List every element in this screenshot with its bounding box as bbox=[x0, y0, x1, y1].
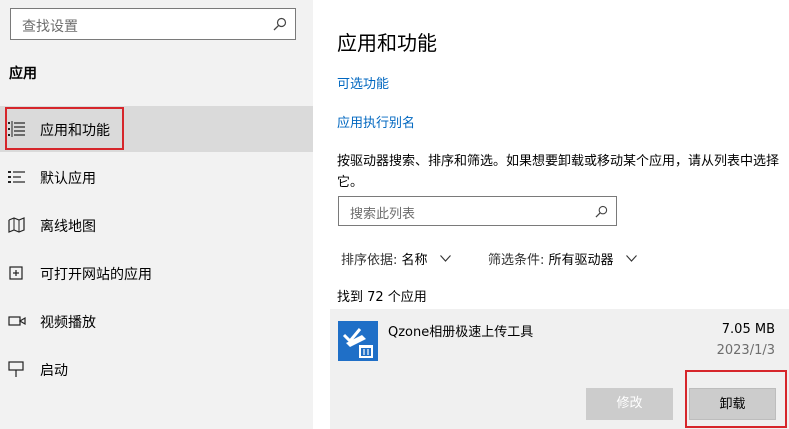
sidebar-item-label: 离线地图 bbox=[40, 219, 96, 235]
sidebar-item-video-playback[interactable]: 视频播放 bbox=[0, 298, 313, 344]
app-size: 7.05 MB bbox=[721, 322, 775, 337]
search-icon[interactable] bbox=[273, 17, 287, 31]
sort-by-value: 名称 bbox=[401, 253, 428, 268]
sort-by-label: 排序依据: bbox=[341, 253, 398, 268]
sidebar-item-default-apps[interactable]: 默认应用 bbox=[0, 154, 313, 200]
page-title: 应用和功能 bbox=[337, 31, 437, 55]
optional-features-link[interactable]: 可选功能 bbox=[337, 73, 389, 92]
sidebar-item-apps-for-websites[interactable]: 可打开网站的应用 bbox=[0, 250, 313, 296]
instructions-text: 按驱动器搜索、排序和筛选。如果想要卸载或移动某个应用，请从列表中选择它。 bbox=[337, 154, 780, 190]
filter-label: 筛选条件: bbox=[488, 253, 545, 268]
video-playback-icon bbox=[8, 316, 26, 326]
offline-maps-icon bbox=[8, 217, 25, 233]
search-icon[interactable] bbox=[595, 205, 608, 218]
settings-search-input[interactable]: 查找设置 bbox=[10, 8, 296, 40]
app-execution-aliases-link[interactable]: 应用执行别名 bbox=[337, 112, 415, 131]
sidebar-item-label: 默认应用 bbox=[40, 171, 96, 187]
sidebar-item-label: 可打开网站的应用 bbox=[40, 267, 152, 283]
filter-dropdown[interactable]: 筛选条件: 所有驱动器 bbox=[488, 249, 637, 268]
selected-item-highlight bbox=[5, 107, 124, 150]
apps-for-websites-icon bbox=[9, 266, 23, 280]
sidebar: 查找设置 应用 应用和功能 默认应用 离线地图 可打开网站的应用 视频播放 启动 bbox=[0, 0, 313, 429]
sidebar-item-offline-maps[interactable]: 离线地图 bbox=[0, 202, 313, 248]
sort-by-dropdown[interactable]: 排序依据: 名称 bbox=[341, 249, 451, 268]
chevron-down-icon bbox=[625, 255, 637, 262]
uninstall-highlight bbox=[685, 370, 787, 428]
apps-found-count: 找到 72 个应用 bbox=[337, 290, 427, 305]
startup-icon bbox=[8, 361, 24, 377]
sidebar-item-startup[interactable]: 启动 bbox=[0, 346, 313, 392]
app-list-search-input[interactable]: 搜索此列表 bbox=[338, 196, 617, 226]
settings-search-placeholder: 查找设置 bbox=[22, 19, 78, 35]
modify-button[interactable]: 修改 bbox=[586, 388, 673, 420]
chevron-down-icon bbox=[439, 255, 451, 262]
sidebar-item-label: 启动 bbox=[40, 363, 68, 379]
app-install-date: 2023/1/3 bbox=[716, 343, 775, 358]
qzone-uploader-icon bbox=[338, 321, 378, 361]
default-apps-icon bbox=[8, 171, 25, 183]
app-list-search-placeholder: 搜索此列表 bbox=[350, 207, 416, 222]
section-title: 应用 bbox=[9, 66, 37, 82]
app-name: Qzone相册极速上传工具 bbox=[388, 325, 534, 340]
sidebar-item-label: 视频播放 bbox=[40, 315, 96, 331]
filter-value: 所有驱动器 bbox=[548, 253, 614, 268]
